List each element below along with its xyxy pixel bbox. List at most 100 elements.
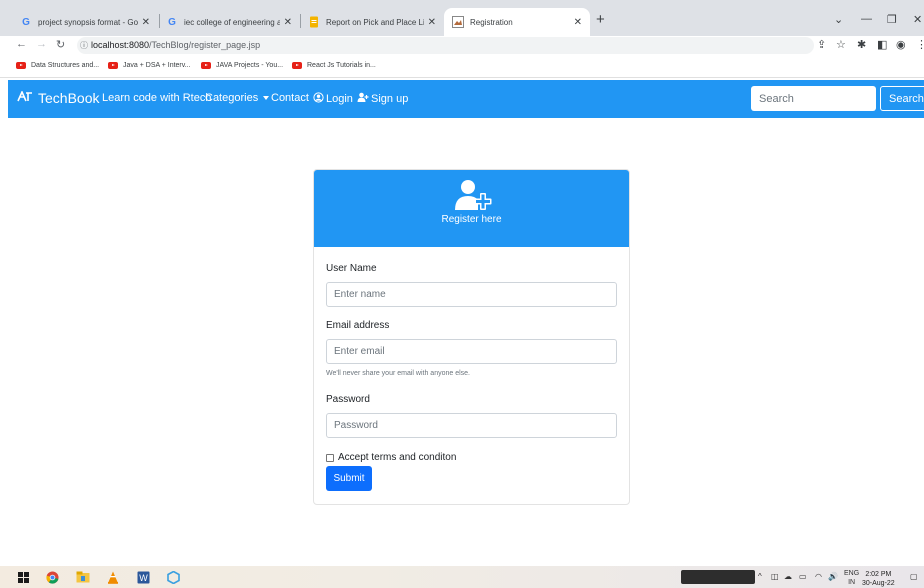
minimize-icon[interactable]: —	[861, 13, 872, 25]
new-tab-button[interactable]: +	[596, 12, 605, 27]
search-button[interactable]: Search	[880, 86, 924, 111]
terms-checkbox[interactable]	[326, 453, 334, 462]
email-label: Email address	[326, 320, 390, 331]
tab-search-icon[interactable]: ⌄	[834, 13, 843, 26]
tray-device-icon[interactable]: ◫	[771, 572, 779, 581]
svg-text:W: W	[139, 573, 148, 583]
menu-icon[interactable]: ⋮	[916, 38, 924, 51]
back-icon[interactable]: ←	[16, 38, 27, 50]
chrome-icon[interactable]	[45, 570, 59, 584]
caret-down-icon	[263, 96, 270, 100]
submit-button[interactable]: Submit	[326, 466, 372, 491]
terms-label: Accept terms and conditon	[338, 452, 457, 463]
address-bar-row: ← → ↻ ⓘ localhost:8080/TechBlog/register…	[0, 36, 924, 56]
bookmark-star-icon[interactable]: ☆	[836, 38, 846, 51]
language-code: ENG	[844, 570, 860, 577]
browser-tab-strip: G project synopsis format - Google ✕ G i…	[0, 0, 924, 36]
word-icon[interactable]: W	[136, 570, 150, 584]
clock-date: 30-Aug-22	[862, 580, 895, 587]
vlc-icon[interactable]	[106, 570, 120, 584]
username-label: User Name	[326, 263, 377, 274]
bookmark-label: Data Structures and...	[31, 62, 100, 69]
bookmark-item[interactable]: Java + DSA + Interv...	[108, 62, 191, 69]
search-input[interactable]	[751, 86, 876, 111]
nav-link-label: Login	[326, 93, 353, 105]
bookmark-item[interactable]: React Js Tutorials in...	[292, 62, 376, 69]
bookmark-label: Java + DSA + Interv...	[123, 62, 191, 69]
close-icon[interactable]: ✕	[428, 17, 436, 28]
region-code: IN	[848, 579, 856, 586]
language-indicator[interactable]: ENG IN	[844, 569, 859, 587]
side-panel-icon[interactable]: ◧	[877, 38, 887, 51]
nav-link-signup[interactable]: Sign up	[357, 92, 408, 105]
username-field[interactable]	[326, 282, 617, 307]
site-navbar: TechBook Learn code with Rtech Categorie…	[8, 80, 924, 118]
wifi-icon[interactable]: ◠	[815, 572, 822, 581]
share-icon[interactable]: ⇪	[817, 38, 826, 51]
brand-name: TechBook	[38, 90, 100, 106]
clock-time: 2:02 PM	[865, 571, 892, 578]
youtube-icon	[201, 62, 211, 69]
maximize-icon[interactable]: ❐	[887, 13, 897, 26]
youtube-icon	[108, 62, 118, 69]
bookmark-item[interactable]: JAVA Projects - You...	[201, 62, 283, 69]
email-help-text: We'll never share your email with anyone…	[326, 370, 470, 377]
document-icon	[308, 16, 320, 28]
google-icon: G	[168, 16, 176, 28]
tab-title: project synopsis format - Google	[38, 17, 138, 27]
url-host: localhost:8080	[91, 40, 150, 50]
youtube-icon	[16, 62, 26, 69]
brand-logo[interactable]: TechBook	[17, 90, 99, 106]
password-field[interactable]	[326, 413, 617, 438]
bookmarks-bar: Data Structures and... Java + DSA + Inte…	[0, 56, 924, 78]
nav-link-label: Sign up	[371, 92, 409, 105]
nav-dropdown-categories[interactable]: Categories	[205, 92, 270, 104]
reload-icon[interactable]: ↻	[56, 38, 65, 51]
register-card: Register here User Name Email address We…	[313, 169, 630, 505]
site-info-icon[interactable]: ⓘ	[80, 37, 88, 54]
tray-app-icons[interactable]	[681, 570, 755, 584]
nav-link-learn[interactable]: Learn code with Rtech	[102, 92, 211, 104]
google-icon: G	[22, 16, 30, 28]
brand-icon	[17, 90, 33, 105]
browser-tab[interactable]: Report on Pick and Place Line fol ✕	[300, 8, 444, 36]
volume-icon[interactable]: 🔊	[828, 572, 838, 581]
password-label: Password	[326, 394, 370, 405]
user-plus-icon	[455, 180, 492, 210]
windows-taskbar: W ^ ◫ ☁ ▭ ◠ 🔊 ENG IN ▢	[0, 566, 924, 588]
bookmark-label: JAVA Projects - You...	[216, 62, 284, 69]
close-icon[interactable]: ✕	[142, 17, 150, 28]
url-path: /TechBlog/register_page.jsp	[149, 40, 261, 50]
windows-start-icon[interactable]	[16, 570, 30, 584]
browser-tab-active[interactable]: Registration ✕	[444, 8, 590, 36]
extensions-icon[interactable]: ✱	[857, 38, 866, 51]
register-title: Register here	[441, 214, 502, 225]
notifications-icon[interactable]: ▢	[910, 572, 918, 581]
file-explorer-icon[interactable]	[76, 570, 90, 584]
nav-link-login[interactable]: Login	[313, 92, 353, 106]
email-field[interactable]	[326, 339, 617, 364]
user-circle-icon	[313, 92, 324, 106]
forward-icon[interactable]: →	[36, 38, 47, 50]
close-icon[interactable]: ✕	[284, 17, 292, 28]
url-field[interactable]: ⓘ localhost:8080/TechBlog/register_page.…	[77, 37, 814, 54]
profile-avatar-icon[interactable]: ◉	[896, 38, 906, 51]
close-icon[interactable]: ✕	[574, 17, 582, 28]
tab-title: iec college of engineering and te	[184, 17, 280, 27]
window-close-icon[interactable]: ✕	[913, 13, 922, 26]
tab-title: Registration	[470, 17, 513, 27]
battery-icon[interactable]: ▭	[799, 572, 807, 581]
show-hidden-icons-icon[interactable]: ^	[758, 572, 762, 581]
nav-link-label: Categories	[205, 92, 259, 104]
browser-tab[interactable]: G project synopsis format - Google ✕	[12, 8, 158, 36]
tray-cloud-icon[interactable]: ☁	[784, 572, 792, 581]
nav-link-contact[interactable]: Contact	[271, 92, 309, 104]
app-hexagon-icon[interactable]	[166, 570, 180, 584]
user-plus-icon	[357, 92, 369, 105]
youtube-icon	[292, 62, 302, 69]
bookmark-item[interactable]: Data Structures and...	[16, 62, 99, 69]
taskbar-clock[interactable]: 2:02 PM 30-Aug-22	[862, 570, 895, 588]
browser-tab[interactable]: G iec college of engineering and te ✕	[158, 8, 300, 36]
register-card-header: Register here	[314, 170, 629, 247]
tab-title: Report on Pick and Place Line fol	[326, 17, 424, 27]
